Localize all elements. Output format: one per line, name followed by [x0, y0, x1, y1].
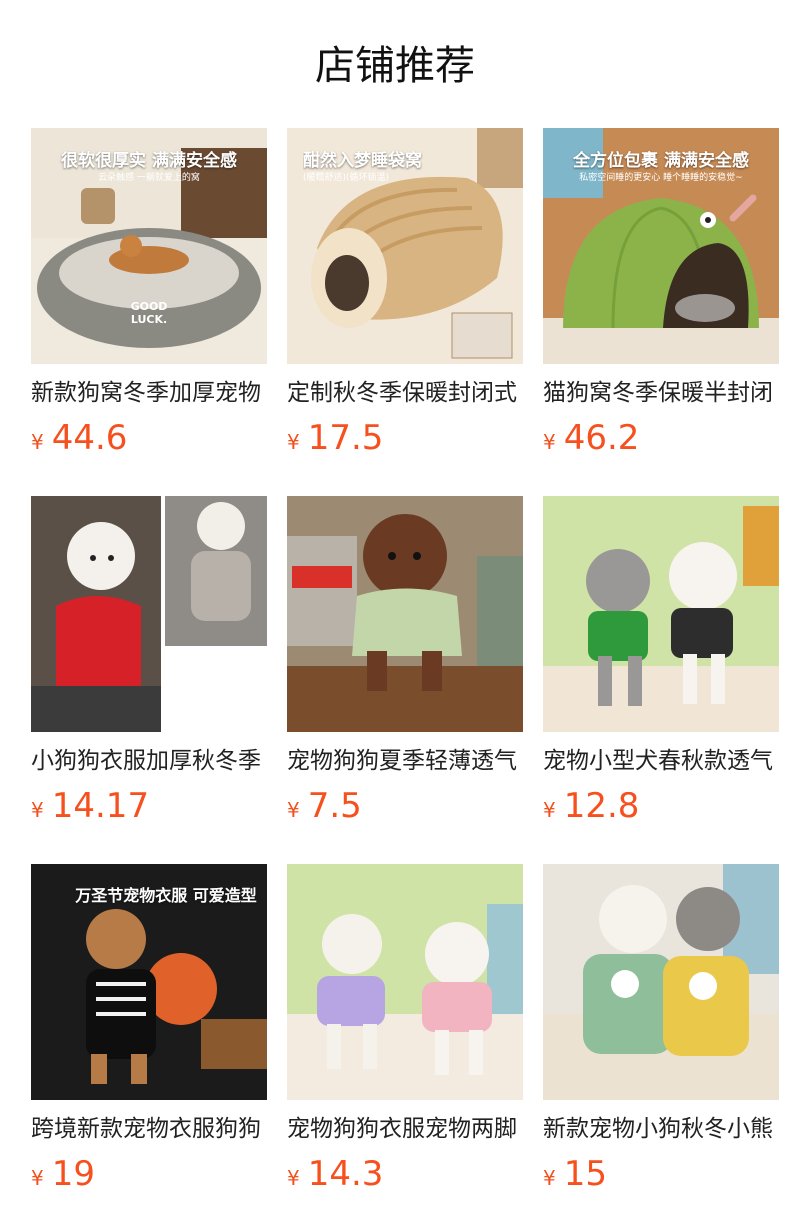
image-caption: 万圣节宠物衣服 可爱造型 [75, 886, 257, 905]
product-image[interactable] [543, 496, 779, 732]
product-name[interactable]: 宠物狗狗夏季轻薄透气 [287, 746, 523, 776]
product-name[interactable]: 小狗狗衣服加厚秋冬季 [31, 746, 267, 776]
product-card[interactable]: 宠物小型犬春秋款透气 ¥12.8 [543, 496, 779, 828]
image-caption: 酣然入梦睡袋窝 [303, 151, 422, 171]
price-value: 46.2 [563, 418, 640, 458]
image-subcaption: 私密空间睡的更安心 睡个睡睡的安稳觉~ [579, 173, 743, 183]
product-name[interactable]: 宠物小型犬春秋款透气 [543, 746, 779, 776]
product-name[interactable]: 猫狗窝冬季保暖半封闭 [543, 378, 779, 408]
product-price: ¥19 [31, 1154, 267, 1200]
product-name[interactable]: 新款狗窝冬季加厚宠物 [31, 378, 267, 408]
currency-symbol: ¥ [287, 1166, 300, 1190]
product-price: ¥12.8 [543, 786, 779, 832]
product-price: ¥14.17 [31, 786, 267, 832]
product-image[interactable]: 酣然入梦睡袋窝 (暖糯舒适)(循环锁温) [287, 128, 523, 364]
currency-symbol: ¥ [543, 430, 556, 454]
product-name[interactable]: 定制秋冬季保暖封闭式 [287, 378, 523, 408]
product-card[interactable]: 小狗狗衣服加厚秋冬季 ¥14.17 [31, 496, 267, 828]
currency-symbol: ¥ [31, 430, 44, 454]
product-image[interactable]: 万圣节宠物衣服 可爱造型 [31, 864, 267, 1100]
currency-symbol: ¥ [31, 798, 44, 822]
currency-symbol: ¥ [287, 430, 300, 454]
product-image[interactable] [31, 496, 267, 732]
product-price: ¥15 [543, 1154, 779, 1200]
product-image[interactable] [287, 496, 523, 732]
price-value: 19 [51, 1154, 95, 1194]
image-caption: 很软很厚实 满满安全感 [61, 151, 237, 171]
product-card[interactable]: 宠物狗狗衣服宠物两脚 ¥14.3 [287, 864, 523, 1196]
product-price: ¥14.3 [287, 1154, 523, 1200]
product-name[interactable]: 宠物狗狗衣服宠物两脚 [287, 1114, 523, 1144]
product-price: ¥17.5 [287, 418, 523, 464]
recommend-page: 店铺推荐 GOOD LUCK. 很软很厚实 满满安全感 云朵触感 一躺就爱上的窝… [0, 0, 790, 1232]
product-card[interactable]: 宠物狗狗夏季轻薄透气 ¥7.5 [287, 496, 523, 828]
product-card[interactable]: 新款宠物小狗秋冬小熊 ¥15 [543, 864, 779, 1196]
svg-text:GOOD: GOOD [131, 300, 168, 313]
product-image[interactable] [287, 864, 523, 1100]
currency-symbol: ¥ [287, 798, 300, 822]
currency-symbol: ¥ [31, 1166, 44, 1190]
product-card[interactable]: 酣然入梦睡袋窝 (暖糯舒适)(循环锁温) 定制秋冬季保暖封闭式 ¥17.5 [287, 128, 523, 460]
product-price: ¥7.5 [287, 786, 523, 832]
svg-text:LUCK.: LUCK. [131, 313, 167, 326]
price-value: 15 [563, 1154, 607, 1194]
product-price: ¥44.6 [31, 418, 267, 464]
product-grid: GOOD LUCK. 很软很厚实 满满安全感 云朵触感 一躺就爱上的窝 新款狗窝… [31, 128, 779, 1196]
price-value: 17.5 [307, 418, 384, 458]
product-image[interactable]: GOOD LUCK. 很软很厚实 满满安全感 云朵触感 一躺就爱上的窝 [31, 128, 267, 364]
product-card[interactable]: 全方位包裹 满满安全感 私密空间睡的更安心 睡个睡睡的安稳觉~ 猫狗窝冬季保暖半… [543, 128, 779, 460]
product-image[interactable] [543, 864, 779, 1100]
price-value: 7.5 [307, 786, 362, 826]
currency-symbol: ¥ [543, 1166, 556, 1190]
currency-symbol: ¥ [543, 798, 556, 822]
section-title: 店铺推荐 [315, 43, 475, 89]
price-value: 12.8 [563, 786, 640, 826]
image-caption: 全方位包裹 满满安全感 [573, 151, 749, 171]
price-value: 44.6 [51, 418, 128, 458]
price-value: 14.17 [51, 786, 150, 826]
image-subcaption: (暖糯舒适)(循环锁温) [303, 173, 390, 183]
product-name[interactable]: 跨境新款宠物衣服狗狗 [31, 1114, 267, 1144]
product-image[interactable]: 全方位包裹 满满安全感 私密空间睡的更安心 睡个睡睡的安稳觉~ [543, 128, 779, 364]
product-name[interactable]: 新款宠物小狗秋冬小熊 [543, 1114, 779, 1144]
image-subcaption: 云朵触感 一躺就爱上的窝 [98, 173, 200, 183]
price-value: 14.3 [307, 1154, 384, 1194]
product-price: ¥46.2 [543, 418, 779, 464]
product-card[interactable]: GOOD LUCK. 很软很厚实 满满安全感 云朵触感 一躺就爱上的窝 新款狗窝… [31, 128, 267, 460]
product-card[interactable]: 万圣节宠物衣服 可爱造型 跨境新款宠物衣服狗狗 ¥19 [31, 864, 267, 1196]
